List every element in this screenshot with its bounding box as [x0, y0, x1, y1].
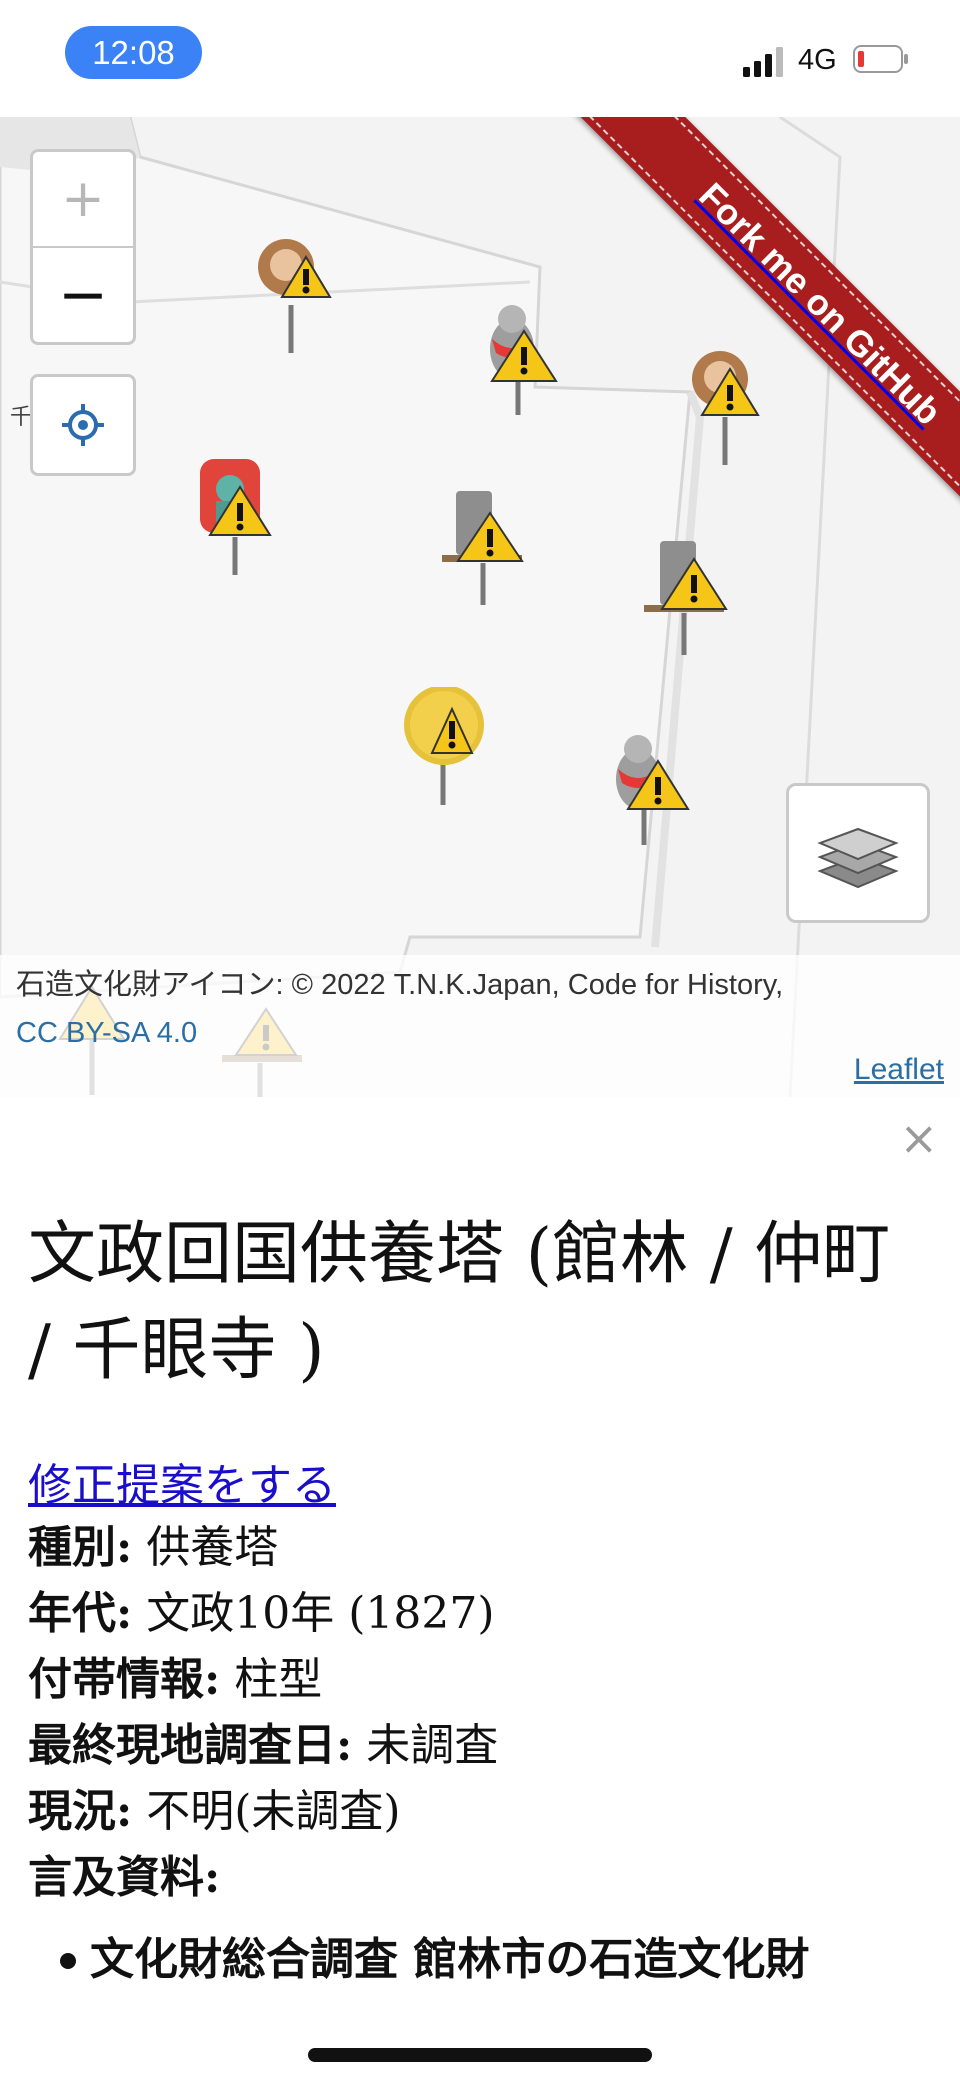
monkey-icon [258, 239, 332, 353]
field-row: 現況: 不明(未調査) [28, 1779, 498, 1845]
field-label: 最終現地調査日: [28, 1720, 353, 1771]
monkey-marker[interactable] [248, 235, 334, 355]
battery-icon [853, 45, 908, 73]
jizo-icon [490, 305, 558, 415]
suggest-edit-link[interactable]: 修正提案をする [28, 1449, 336, 1513]
jizo-marker[interactable] [478, 297, 564, 417]
field-row: 言及資料: [28, 1845, 498, 1911]
layers-icon [817, 827, 899, 889]
field-value: 不明(未調査) [146, 1786, 401, 1837]
detail-panel: × 文政回国供養塔 (館林 / 仲町 / 千眼寺 ) 修正提案をする 種別: 供… [0, 1097, 960, 2079]
field-label: 年代: [28, 1588, 133, 1639]
zoom-in-button[interactable]: + [33, 152, 133, 248]
field-label: 現況: [28, 1786, 133, 1837]
detail-fields: 種別: 供養塔 年代: 文政10年 (1827) 付帯情報: 柱型 最終現地調査… [28, 1515, 498, 1911]
moon-icon [404, 685, 484, 805]
field-label: 言及資料: [28, 1852, 221, 1903]
jizo-marker[interactable] [604, 727, 690, 847]
close-button[interactable]: × [899, 1111, 938, 1165]
monkey-icon [692, 351, 760, 465]
fudo-myoo-icon [200, 459, 272, 575]
reference-item: 文化財総合調査 館林市の石造文化財 [60, 1929, 940, 1991]
map-view[interactable]: + − 千 石造文化財アイコン: © 2022 T.N.K.Japan, Cod… [0, 117, 960, 1097]
locate-button[interactable] [30, 374, 136, 476]
map-place-label: 千 [10, 405, 33, 430]
reference-list: 文化財総合調査 館林市の石造文化財 [60, 1929, 940, 1991]
layers-button[interactable] [786, 783, 930, 923]
field-row: 種別: 供養塔 [28, 1515, 498, 1581]
field-row: 年代: 文政10年 (1827) [28, 1581, 498, 1647]
field-row: 最終現地調査日: 未調査 [28, 1713, 498, 1779]
zoom-out-button[interactable]: − [33, 248, 133, 342]
moon-marker[interactable] [400, 685, 486, 807]
field-value: 未調査 [366, 1720, 499, 1771]
fudo-myoo-marker[interactable] [192, 457, 278, 577]
zoom-control: + − [30, 149, 136, 345]
field-value: 柱型 [234, 1654, 323, 1705]
status-time: 12:08 [65, 26, 202, 79]
monkey-marker[interactable] [682, 347, 768, 467]
gravestone-icon [442, 491, 524, 605]
field-value: 文政10年 (1827) [146, 1588, 495, 1639]
jizo-icon [616, 735, 690, 845]
gravestone-marker[interactable] [440, 487, 526, 607]
gravestone-icon [644, 541, 728, 655]
cellular-signal-icon [743, 47, 783, 77]
status-bar: 12:08 4G [0, 0, 960, 117]
map-attribution: 石造文化財アイコン: © 2022 T.N.K.Japan, Code for … [0, 955, 960, 1097]
home-indicator[interactable] [308, 2048, 652, 2062]
field-row: 付帯情報: 柱型 [28, 1647, 498, 1713]
gravestone-marker[interactable] [644, 537, 730, 657]
network-type: 4G [798, 44, 837, 76]
field-label: 付帯情報: [28, 1654, 221, 1705]
attribution-text: 石造文化財アイコン: © 2022 T.N.K.Japan, Code for … [16, 969, 784, 1001]
license-link[interactable]: CC BY-SA 4.0 [16, 1017, 197, 1049]
field-value: 供養塔 [146, 1522, 279, 1573]
panel-title: 文政回国供養塔 (館林 / 仲町 / 千眼寺 ) [28, 1215, 891, 1390]
crosshair-icon [62, 404, 104, 446]
field-label: 種別: [28, 1522, 133, 1573]
leaflet-link[interactable]: Leaflet [854, 1053, 944, 1087]
